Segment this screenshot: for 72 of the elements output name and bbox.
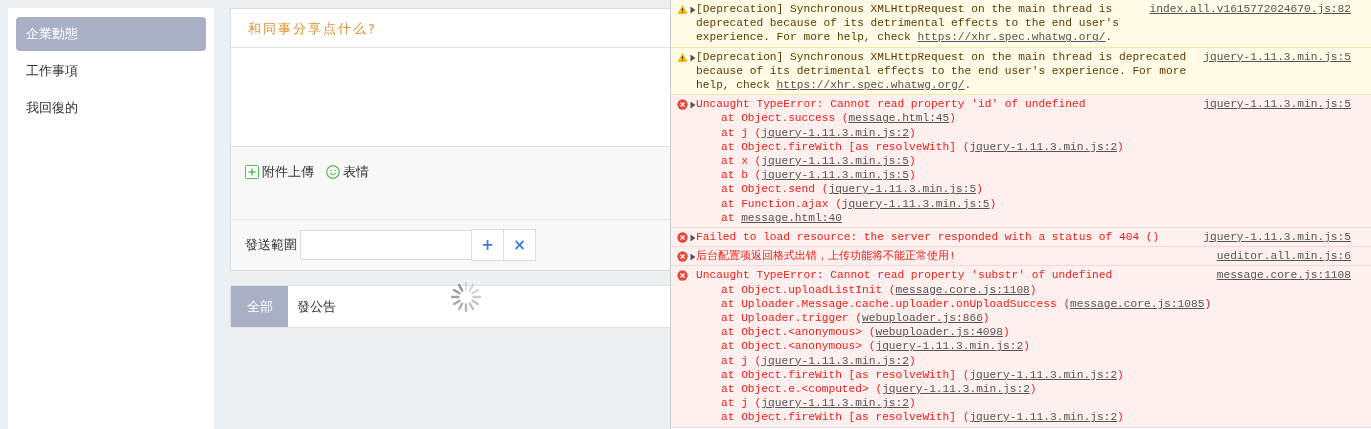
- source-link[interactable]: webuploader.js:4098: [875, 326, 1003, 339]
- source-link[interactable]: jquery-1.11.3.min.js:2: [969, 411, 1118, 424]
- expand-triangle-icon[interactable]: [690, 6, 696, 14]
- source-link[interactable]: jquery-1.11.3.min.js:2: [882, 383, 1030, 396]
- stack-frame: at Object.success (message.html:45): [696, 111, 1351, 126]
- sidebar-item[interactable]: 工作事項: [16, 54, 206, 88]
- feed-tab[interactable]: 發公告: [288, 286, 345, 327]
- source-link[interactable]: jquery-1.11.3.min.js:5: [1203, 49, 1351, 64]
- console-message: [Deprecation] Synchronous XMLHttpRequest on the main thread is deprecated because of its detrimental effects to the end user's experience. For more help, check https://xhr.spec.whatwg.org/.: [696, 49, 1188, 93]
- source-link[interactable]: jquery-1.11.3.min.js:5: [761, 169, 909, 182]
- console-message: Failed to load resource: the server responded with a status of 404 (): [696, 230, 1161, 245]
- console-message: 后台配置项返回格式出错，上传功能将不能正常使用!: [696, 249, 957, 264]
- stack-frame: at Object.fireWith [as resolveWith] (jquery-1.11.3.min.js:2): [696, 367, 1351, 383]
- error-icon: [677, 232, 688, 244]
- stack-frame: at j (jquery-1.11.3.min.js:2): [696, 125, 1351, 140]
- warning-icon: [677, 51, 688, 63]
- stack-frame: at j (jquery-1.11.3.min.js:2): [696, 353, 1351, 368]
- error-icon: [677, 99, 688, 111]
- docs-link[interactable]: https://xhr.spec.whatwg.org/: [776, 79, 965, 91]
- source-link[interactable]: jquery-1.11.3.min.js:2: [761, 354, 909, 367]
- source-link[interactable]: webuploader.js:866: [862, 312, 983, 325]
- source-link[interactable]: message.core.js:1108: [1216, 268, 1351, 283]
- source-link[interactable]: jquery-1.11.3.min.js:5: [1203, 230, 1351, 245]
- source-link[interactable]: jquery-1.11.3.min.js:2: [875, 340, 1024, 353]
- stack-frame: at b (jquery-1.11.3.min.js:5): [696, 168, 1351, 183]
- source-link[interactable]: index.all.v1615772024670.js:82: [1149, 2, 1351, 17]
- stack-frame: at x (jquery-1.11.3.min.js:5): [696, 154, 1351, 169]
- source-link[interactable]: jquery-1.11.3.min.js:5: [761, 155, 909, 168]
- loading-spinner-icon: [449, 280, 483, 314]
- source-link[interactable]: message.html:45: [848, 112, 950, 125]
- toolbar-link[interactable]: 表情: [343, 163, 369, 181]
- stack-frame: at Uploader.trigger (webuploader.js:866): [696, 311, 1351, 326]
- stack-frame: at Uploader.Message.cache.uploader.onUploadSuccess (message.core.js:1085): [696, 296, 1351, 312]
- console-message: Uncaught TypeError: Cannot read property 'substr' of undefined: [696, 268, 1114, 283]
- stack-frame: at Object.uploadListInit (message.core.js:1108): [696, 282, 1351, 297]
- composer-title: 和同事分享点什么?: [231, 9, 670, 48]
- stack-frame: at Object.fireWith [as resolveWith] (jquery-1.11.3.min.js:2): [696, 139, 1351, 155]
- expand-triangle-icon[interactable]: [690, 53, 696, 62]
- source-link[interactable]: ueditor.all.min.js:6: [1216, 249, 1351, 264]
- source-link[interactable]: jquery-1.11.3.min.js:2: [761, 126, 909, 139]
- console-message: [Deprecation] Synchronous XMLHttpRequest on the main thread is deprecated because of its detrimental effects to the end user's experience. For more help, check https://xhr.spec.whatwg.org/.: [696, 2, 1120, 45]
- scope-input-field[interactable]: [300, 230, 472, 260]
- expand-triangle-icon[interactable]: [690, 234, 696, 243]
- error-icon: [677, 251, 688, 263]
- warning-icon: [677, 4, 688, 15]
- stack-frame: at Object.<anonymous> (webuploader.js:4098): [696, 325, 1351, 340]
- clear-button[interactable]: ×: [504, 229, 536, 261]
- sidebar-item[interactable]: 我回復的: [16, 91, 206, 125]
- stack-frame: at Object.send (jquery-1.11.3.min.js:5): [696, 182, 1351, 197]
- source-link[interactable]: jquery-1.11.3.min.js:5: [1203, 97, 1351, 112]
- expand-triangle-icon[interactable]: [690, 101, 696, 110]
- source-link[interactable]: message.core.js:1085: [1070, 297, 1205, 310]
- console-message: Uncaught TypeError: Cannot read property 'id' of undefined: [696, 97, 1087, 112]
- stack-frame: at Object.e.<computed> (jquery-1.11.3.min.js:2): [696, 382, 1351, 397]
- stack-frame: at j (jquery-1.11.3.min.js:2): [696, 396, 1351, 411]
- error-icon: [677, 270, 688, 282]
- docs-link[interactable]: https://xhr.spec.whatwg.org/: [917, 31, 1106, 44]
- stack-frame: at Object.<anonymous> (jquery-1.11.3.min.js:2): [696, 339, 1351, 354]
- source-link[interactable]: jquery-1.11.3.min.js:2: [969, 140, 1118, 153]
- stack-frame: at Object.fireWith [as resolveWith] (jquery-1.11.3.min.js:2): [696, 410, 1351, 425]
- source-link[interactable]: jquery-1.11.3.min.js:2: [969, 368, 1118, 381]
- expand-triangle-icon[interactable]: [690, 253, 696, 262]
- stack-frame: at message.html:40: [696, 210, 1351, 226]
- add-button[interactable]: +: [472, 229, 504, 261]
- source-link[interactable]: message.html:40: [741, 211, 842, 224]
- source-link[interactable]: jquery-1.11.3.min.js:5: [828, 183, 977, 196]
- source-link[interactable]: jquery-1.11.3.min.js:5: [841, 197, 990, 210]
- source-link[interactable]: jquery-1.11.3.min.js:2: [761, 397, 909, 410]
- stack-frame: at Function.ajax (jquery-1.11.3.min.js:5): [696, 196, 1351, 211]
- toolbar-link[interactable]: 附件上傳: [262, 163, 314, 181]
- source-link[interactable]: message.core.js:1108: [895, 283, 1030, 296]
- scope-label: 發送範圍: [245, 236, 297, 254]
